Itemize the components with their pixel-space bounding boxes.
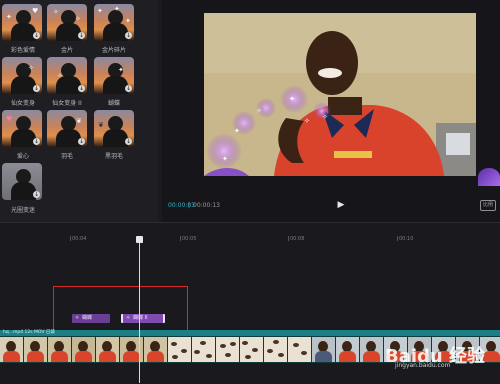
video-preview: ✦ ✧ ✦ ✧ ✦ ✧ [204,13,476,176]
effect-clip-selected[interactable]: ✧ 蝴蝶 II [121,314,165,323]
effect-label: 羽毛 [60,153,73,160]
svg-text:✧: ✧ [304,117,310,125]
effect-thumbnail[interactable]: ✦ ✦ ✦ ↓ [94,4,134,41]
video-frame [216,337,240,362]
playhead-handle[interactable] [136,236,143,243]
effect-label: 仙女变身 [10,100,35,107]
current-time: 00:00:03 [168,202,195,209]
download-icon[interactable]: ↓ [33,191,40,198]
effect-clip[interactable]: ✧ 蝴蝶 [72,314,110,323]
video-frame [96,337,120,362]
effect-thumbnail[interactable]: ✧ ↓ [2,57,42,94]
ruler-label: 00:08 [290,236,305,242]
svg-text:✦: ✦ [222,155,228,163]
highlight-rectangle [53,286,188,334]
effect-thumbnail[interactable]: ✧ ✧ ↓ [47,4,87,41]
magic-icon: ✧ [75,315,80,321]
effect-thumbnail[interactable]: ✧ ↓ [47,57,87,94]
download-icon[interactable]: ↓ [125,32,132,39]
download-icon[interactable]: ↓ [78,32,85,39]
video-frame [144,337,168,362]
video-frame [0,337,24,362]
effect-label: 金片碎片 [101,47,126,54]
effect-label: 光圈变迷 [10,207,35,214]
watermark-subtext: jingyan.baidu.com [395,362,451,369]
ruler-tick [180,236,181,241]
video-frame [312,337,336,362]
effect-clip-label: 蝴蝶 [82,315,93,321]
download-icon[interactable]: ↓ [78,138,85,145]
play-button[interactable]: ▶ [336,200,346,210]
effect-thumbnail[interactable]: ↓ [2,163,42,200]
video-frame [288,337,312,362]
video-track-label: hq...mp4 12s MOV 已裁 [3,330,55,335]
effect-thumbnail[interactable]: ❦ ↓ [47,110,87,147]
video-frame [48,337,72,362]
video-frame [120,337,144,362]
effect-thumbnail[interactable]: ✦ ♥ ↓ [2,4,42,41]
total-time: 00:00:13 [193,202,220,209]
effect-label: 蝴蝶 [107,100,120,107]
svg-text:✦: ✦ [234,127,240,135]
download-icon[interactable]: ↓ [78,85,85,92]
magic-icon: ✧ [126,315,131,321]
download-icon[interactable]: ↓ [33,85,40,92]
effect-thumbnail[interactable]: ✦ ↓ [94,57,134,94]
video-frame [240,337,264,362]
ruler-tick [397,236,398,241]
video-frame [192,337,216,362]
ruler-label: 00:04 [72,236,87,242]
effect-label: 仙女变身 II [52,100,82,107]
effect-thumbnail[interactable]: ❦ ↓ [94,110,134,147]
svg-text:✧: ✧ [322,113,328,121]
video-frame [72,337,96,362]
ruler-tick [70,236,71,241]
time-separator: | [188,202,191,209]
effect-label: 金片 [60,47,73,54]
download-icon[interactable]: ↓ [125,138,132,145]
effects-panel: ✦ ♥ ↓ 彩色爱情 ✧ ✧ ↓ 金片 ✦ ✦ ✦ ↓ 金片碎片 ✧ ↓ 仙女变身 ✧ … [0,0,158,222]
effect-label: 爱心 [16,153,29,160]
video-frame [336,337,360,362]
effect-clip-label: 蝴蝶 II [133,315,148,321]
svg-text:✧: ✧ [256,107,262,115]
effect-label: 黑羽毛 [104,153,123,160]
video-frame [360,337,384,362]
effect-thumbnail[interactable]: ♥ ↓ [2,110,42,147]
video-frame [264,337,288,362]
video-frame-image: ✦ ✧ ✦ ✧ ✦ ✧ [204,13,476,176]
download-icon[interactable]: ↓ [33,138,40,145]
effect-label: 彩色爱情 [10,47,35,54]
video-track-header: hq...mp4 12s MOV 已裁 [0,330,500,336]
ruler-tick [288,236,289,241]
butterfly-overlay [478,168,500,186]
ruler-label: 00:05 [182,236,197,242]
ruler-label: 00:10 [399,236,414,242]
download-icon[interactable]: ↓ [33,32,40,39]
svg-text:✦: ✦ [289,95,295,103]
video-frame [168,337,192,362]
video-frame [24,337,48,362]
playhead-line[interactable] [139,238,140,383]
aspect-ratio-button[interactable]: 比例 [480,200,496,211]
download-icon[interactable]: ↓ [125,85,132,92]
